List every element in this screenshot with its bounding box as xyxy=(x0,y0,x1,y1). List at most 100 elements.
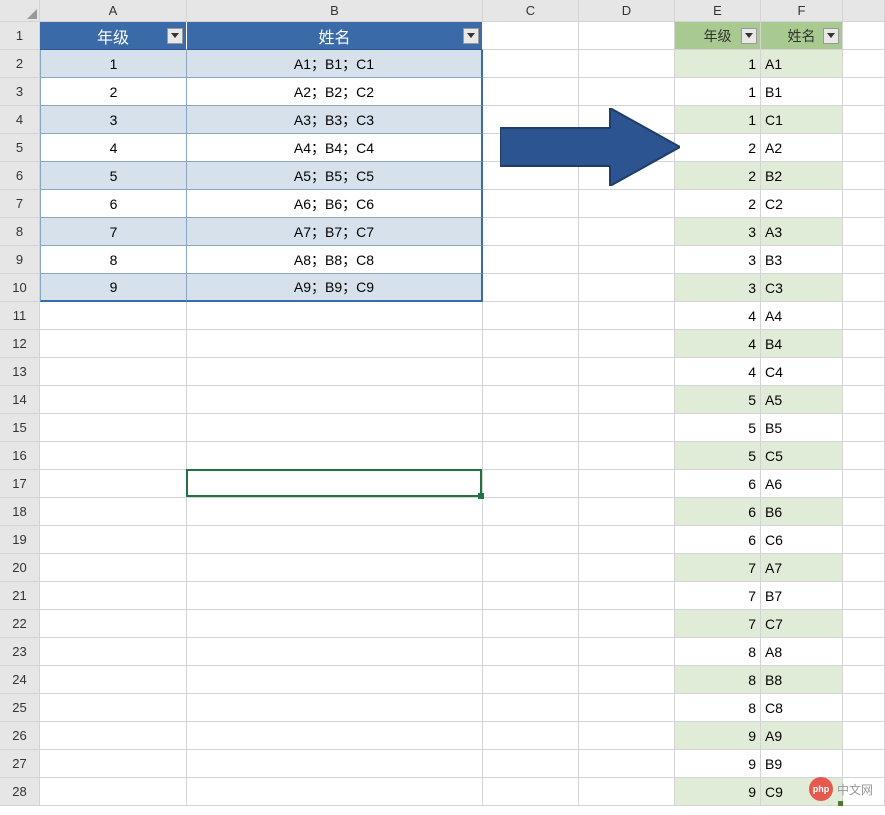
cell-extra-7[interactable] xyxy=(843,190,885,218)
cell-A23[interactable] xyxy=(40,638,187,666)
row-header-23[interactable]: 23 xyxy=(0,638,40,666)
col-header-A[interactable]: A xyxy=(40,0,187,22)
table2-cell-name[interactable]: A3 xyxy=(761,218,843,246)
cell-D14[interactable] xyxy=(579,386,675,414)
filter-button-name-1[interactable] xyxy=(463,28,479,44)
col-header-F[interactable]: F xyxy=(761,0,843,22)
cell-extra-9[interactable] xyxy=(843,246,885,274)
row-header-12[interactable]: 12 xyxy=(0,330,40,358)
cell-A12[interactable] xyxy=(40,330,187,358)
table2-cell-grade[interactable]: 8 xyxy=(675,694,761,722)
cell-D17[interactable] xyxy=(579,470,675,498)
table1-header-name[interactable]: 姓名 xyxy=(187,22,483,50)
cell-D5[interactable] xyxy=(579,134,675,162)
cell-C7[interactable] xyxy=(483,190,579,218)
cell-B24[interactable] xyxy=(187,666,483,694)
table2-cell-grade[interactable]: 7 xyxy=(675,582,761,610)
cell-extra-8[interactable] xyxy=(843,218,885,246)
table2-cell-grade[interactable]: 4 xyxy=(675,302,761,330)
cell-A24[interactable] xyxy=(40,666,187,694)
row-header-26[interactable]: 26 xyxy=(0,722,40,750)
table2-cell-name[interactable]: A1 xyxy=(761,50,843,78)
row-header-9[interactable]: 9 xyxy=(0,246,40,274)
table2-cell-name[interactable]: A2 xyxy=(761,134,843,162)
table2-cell-name[interactable]: C2 xyxy=(761,190,843,218)
row-header-17[interactable]: 17 xyxy=(0,470,40,498)
row-header-8[interactable]: 8 xyxy=(0,218,40,246)
table2-cell-grade[interactable]: 6 xyxy=(675,498,761,526)
cell-D24[interactable] xyxy=(579,666,675,694)
cell-D27[interactable] xyxy=(579,750,675,778)
table1-cell-name[interactable]: A9；B9；C9 xyxy=(187,274,483,302)
table1-cell-name[interactable]: A2；B2；C2 xyxy=(187,78,483,106)
cell-extra-24[interactable] xyxy=(843,666,885,694)
table2-cell-grade[interactable]: 3 xyxy=(675,274,761,302)
table2-cell-name[interactable]: C6 xyxy=(761,526,843,554)
row-header-2[interactable]: 2 xyxy=(0,50,40,78)
table2-cell-name[interactable]: B7 xyxy=(761,582,843,610)
cell-A22[interactable] xyxy=(40,610,187,638)
cell-extra-17[interactable] xyxy=(843,470,885,498)
cell-D21[interactable] xyxy=(579,582,675,610)
row-header-4[interactable]: 4 xyxy=(0,106,40,134)
cell-extra-18[interactable] xyxy=(843,498,885,526)
cell-D19[interactable] xyxy=(579,526,675,554)
cell-C27[interactable] xyxy=(483,750,579,778)
cell-D11[interactable] xyxy=(579,302,675,330)
cell-extra-25[interactable] xyxy=(843,694,885,722)
cell-D16[interactable] xyxy=(579,442,675,470)
cell-C12[interactable] xyxy=(483,330,579,358)
cell-D9[interactable] xyxy=(579,246,675,274)
cell-extra-16[interactable] xyxy=(843,442,885,470)
table2-cell-grade[interactable]: 7 xyxy=(675,554,761,582)
cell-C19[interactable] xyxy=(483,526,579,554)
cell-C2[interactable] xyxy=(483,50,579,78)
table2-cell-grade[interactable]: 9 xyxy=(675,750,761,778)
table2-cell-name[interactable]: C4 xyxy=(761,358,843,386)
cell-B26[interactable] xyxy=(187,722,483,750)
col-header-E[interactable]: E xyxy=(675,0,761,22)
cell-A14[interactable] xyxy=(40,386,187,414)
table2-cell-name[interactable]: B1 xyxy=(761,78,843,106)
table2-cell-grade[interactable]: 3 xyxy=(675,218,761,246)
row-header-27[interactable]: 27 xyxy=(0,750,40,778)
cell-extra-22[interactable] xyxy=(843,610,885,638)
table2-cell-grade[interactable]: 9 xyxy=(675,722,761,750)
cell-extra-19[interactable] xyxy=(843,526,885,554)
table2-cell-grade[interactable]: 1 xyxy=(675,106,761,134)
cell-A13[interactable] xyxy=(40,358,187,386)
row-header-16[interactable]: 16 xyxy=(0,442,40,470)
cell-D2[interactable] xyxy=(579,50,675,78)
row-header-15[interactable]: 15 xyxy=(0,414,40,442)
cell-C15[interactable] xyxy=(483,414,579,442)
table2-cell-grade[interactable]: 2 xyxy=(675,190,761,218)
cell-D28[interactable] xyxy=(579,778,675,806)
cell-extra-1[interactable] xyxy=(843,22,885,50)
cell-B18[interactable] xyxy=(187,498,483,526)
cell-extra-14[interactable] xyxy=(843,386,885,414)
table2-cell-grade[interactable]: 1 xyxy=(675,50,761,78)
filter-button-grade-2[interactable] xyxy=(741,28,757,44)
cell-D13[interactable] xyxy=(579,358,675,386)
cell-D6[interactable] xyxy=(579,162,675,190)
table1-cell-grade[interactable]: 7 xyxy=(40,218,187,246)
cell-B13[interactable] xyxy=(187,358,483,386)
table1-cell-grade[interactable]: 9 xyxy=(40,274,187,302)
cell-A27[interactable] xyxy=(40,750,187,778)
table2-cell-name[interactable]: A5 xyxy=(761,386,843,414)
table1-cell-name[interactable]: A8；B8；C8 xyxy=(187,246,483,274)
row-header-10[interactable]: 10 xyxy=(0,274,40,302)
cell-B16[interactable] xyxy=(187,442,483,470)
table2-cell-grade[interactable]: 8 xyxy=(675,638,761,666)
cell-D22[interactable] xyxy=(579,610,675,638)
cell-B14[interactable] xyxy=(187,386,483,414)
cell-A20[interactable] xyxy=(40,554,187,582)
cell-B23[interactable] xyxy=(187,638,483,666)
table2-cell-name[interactable]: B9 xyxy=(761,750,843,778)
table1-cell-grade[interactable]: 6 xyxy=(40,190,187,218)
table1-cell-grade[interactable]: 4 xyxy=(40,134,187,162)
cell-B20[interactable] xyxy=(187,554,483,582)
table2-cell-grade[interactable]: 4 xyxy=(675,330,761,358)
col-header-B[interactable]: B xyxy=(187,0,483,22)
cell-C17[interactable] xyxy=(483,470,579,498)
